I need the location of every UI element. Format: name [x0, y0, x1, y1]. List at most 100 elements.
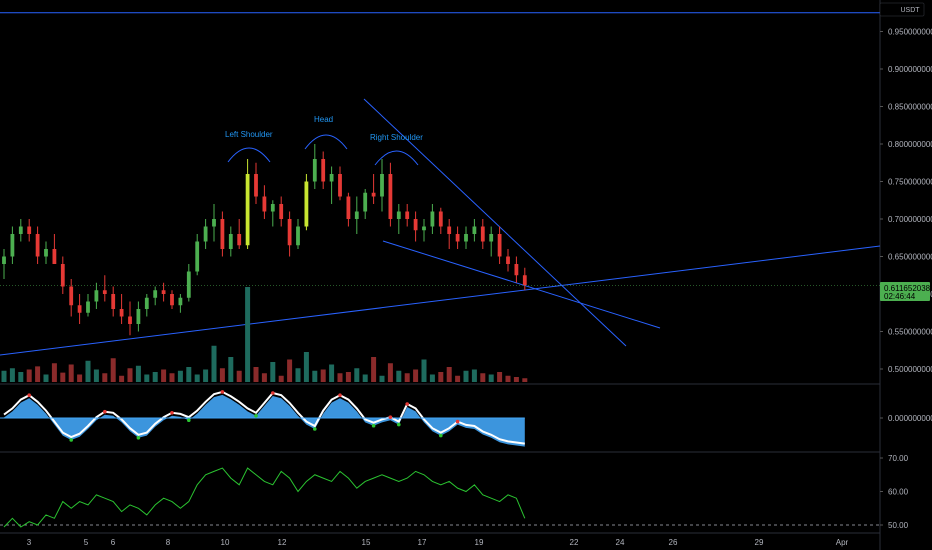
price-tick-label: 0.6500000000 — [888, 253, 932, 262]
candle-body — [136, 309, 141, 324]
candle-body — [363, 192, 368, 212]
volume-bar — [245, 287, 251, 382]
annotation-right-shoulder: Right Shoulder — [370, 133, 423, 142]
crossover-dot — [271, 391, 275, 395]
volume-bar — [488, 374, 494, 382]
volume-bar — [421, 359, 427, 382]
volume-bar — [429, 374, 435, 382]
candle-body — [270, 204, 275, 212]
histogram-tick-label: 0.0000000000 — [888, 414, 932, 423]
time-tick-label: 26 — [669, 538, 678, 547]
volume-bar — [387, 363, 393, 382]
candle-body — [380, 174, 384, 197]
volume-bar — [169, 373, 175, 382]
trading-chart[interactable]: Left Shoulder Head Right Shoulder USDT 0… — [0, 0, 932, 550]
candle-body — [161, 290, 166, 294]
candle-body — [422, 226, 426, 231]
volume-bar — [9, 368, 15, 382]
candle-body — [170, 294, 174, 306]
crossover-dot — [220, 390, 225, 394]
candle-body — [438, 211, 443, 227]
volume-bar — [144, 374, 150, 382]
volume-bar — [127, 368, 133, 382]
candle-body — [489, 234, 494, 242]
candle-body — [480, 226, 485, 242]
volume-bar — [295, 368, 301, 382]
time-tick-label: 24 — [616, 538, 625, 547]
candle-body — [10, 234, 15, 257]
candle-body — [69, 286, 74, 306]
volume-bar — [77, 374, 83, 382]
volume-bar — [320, 369, 326, 382]
volume-bar — [219, 368, 225, 382]
candle-body — [506, 256, 510, 264]
crossover-dot — [170, 411, 174, 415]
candle-body — [144, 297, 149, 309]
volume-bar — [161, 369, 167, 382]
volume-bar — [236, 370, 242, 382]
candle-body — [128, 316, 132, 324]
price-tick-label: 0.7500000000 — [888, 178, 932, 187]
time-tick-label: 22 — [570, 538, 579, 547]
crossover-dot — [397, 422, 401, 427]
candle-body — [296, 226, 300, 246]
candle-body — [396, 211, 401, 219]
candle-body — [94, 290, 99, 302]
volume-bar — [345, 372, 351, 382]
candle-body — [279, 204, 284, 219]
candle-body — [497, 234, 502, 257]
candle-body — [254, 174, 258, 197]
time-tick-label: 6 — [111, 538, 116, 547]
volume-bar — [110, 358, 116, 382]
candle-body — [329, 174, 334, 182]
price-tick-label: 0.9500000000 — [888, 28, 932, 37]
volume-bar — [135, 365, 141, 382]
candle-body — [18, 226, 23, 234]
rsi-tick-label: 60.00 — [888, 488, 909, 497]
candle-body — [514, 264, 519, 276]
crossover-dot — [388, 415, 393, 420]
volume-bar — [513, 377, 519, 382]
volume-bar — [186, 367, 192, 382]
volume-bar — [18, 372, 24, 382]
candle-body — [447, 226, 452, 234]
crossover-dot — [371, 423, 376, 428]
candle-body — [430, 211, 435, 227]
volume-bar — [413, 369, 419, 382]
volume-bar — [278, 375, 284, 382]
candle-body — [52, 249, 57, 264]
price-tick-label: 0.8500000000 — [888, 103, 932, 112]
candle-body — [77, 305, 82, 313]
candle-body — [413, 219, 418, 231]
current-price-badge: 0.6116520389 02:46:44 — [880, 282, 932, 301]
crossover-dot — [27, 393, 32, 398]
volume-bar — [1, 370, 7, 382]
countdown-label: 02:46:44 — [884, 292, 916, 301]
volume-bar — [177, 370, 183, 382]
volume-bar — [303, 352, 309, 382]
volume-bar — [354, 368, 360, 382]
volume-bar — [480, 373, 486, 382]
candle-body — [27, 226, 32, 234]
candle-body — [304, 181, 309, 227]
candle-body — [346, 196, 351, 219]
candle-body — [464, 234, 468, 242]
price-tick-label: 0.5500000000 — [888, 328, 932, 337]
candle-body — [245, 174, 250, 246]
time-tick-label: 10 — [221, 538, 230, 547]
volume-bar — [152, 372, 158, 382]
volume-bar — [51, 363, 57, 382]
price-tick-label: 0.9000000000 — [888, 65, 932, 74]
crossover-dot — [103, 409, 107, 414]
volume-bar — [337, 373, 343, 382]
candle-body — [44, 249, 48, 257]
crossover-dot — [187, 418, 191, 423]
volume-bar — [60, 372, 66, 382]
candle-body — [262, 196, 267, 212]
time-tick-label: 12 — [278, 538, 287, 547]
price-tick-label: 0.7000000000 — [888, 215, 932, 224]
candle-body — [455, 234, 460, 242]
volume-bar — [228, 357, 234, 382]
time-tick-label: 29 — [755, 538, 764, 547]
time-tick-label: 15 — [362, 538, 371, 547]
